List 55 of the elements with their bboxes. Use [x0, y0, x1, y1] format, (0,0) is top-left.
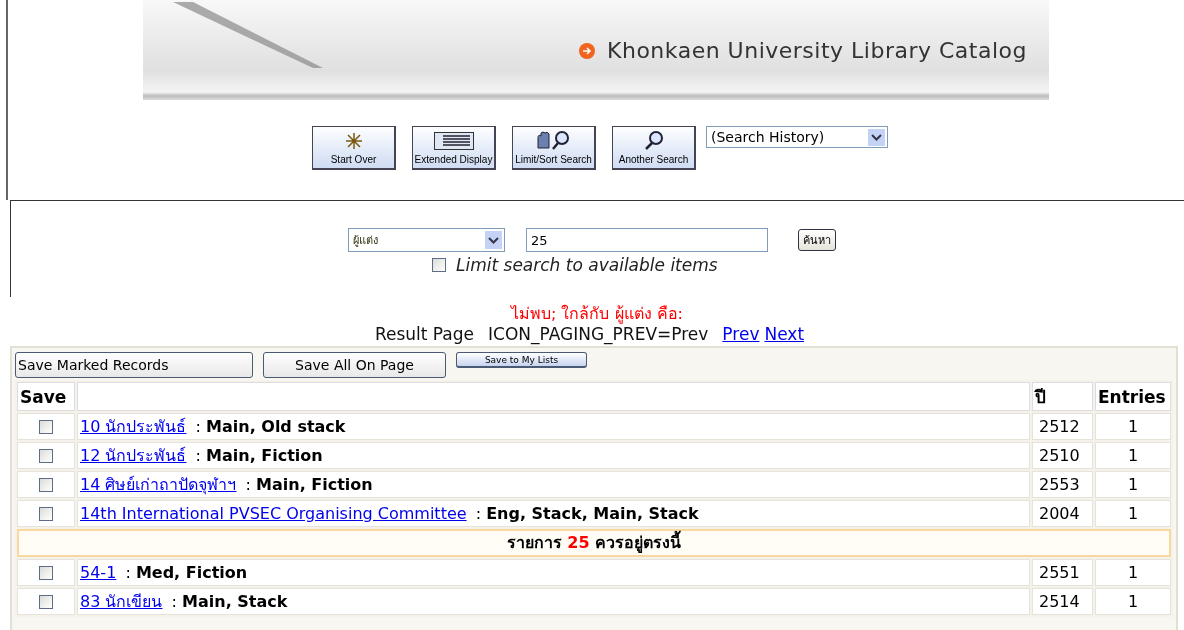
author-link[interactable]: 10 นักประพันธ์: [80, 416, 187, 436]
table-cell: 2512: [1032, 413, 1093, 440]
location-text: : Main, Old stack: [195, 416, 346, 436]
checkbox[interactable]: [39, 507, 53, 521]
save-button[interactable]: Save All On Page: [263, 352, 446, 378]
save-button[interactable]: Save to My Lists: [456, 352, 587, 368]
table-cell: 2553: [1032, 471, 1093, 498]
paging-link[interactable]: Prev: [722, 324, 760, 344]
table-cell: 2004: [1032, 500, 1093, 527]
table-cell: 1: [1095, 500, 1171, 527]
toolbar-button[interactable]: Another Search: [612, 126, 696, 170]
author-link[interactable]: 54-1: [80, 562, 117, 582]
save-button[interactable]: Save Marked Records: [15, 352, 253, 378]
search-input[interactable]: 25: [526, 228, 768, 252]
author-link[interactable]: 83 นักเขียน: [80, 591, 163, 611]
table-cell: 1: [1095, 588, 1171, 615]
location-text: : Main, Stack: [171, 591, 288, 611]
location-text: : Main, Fiction: [245, 474, 373, 494]
toolbar-button[interactable]: Start Over: [312, 126, 396, 170]
location-text: : Med, Fiction: [125, 562, 248, 582]
catalog-title: Khonkaen University Library Catalog: [607, 38, 1027, 63]
author-link[interactable]: 14th International PVSEC Organising Committee: [80, 503, 467, 523]
toolbar-button[interactable]: Limit/Sort Search: [512, 126, 596, 170]
table-cell: 1: [1095, 442, 1171, 469]
table-cell: 2514: [1032, 588, 1093, 615]
checkbox[interactable]: [39, 478, 53, 492]
search-history-dropdown[interactable]: (Search History): [706, 126, 888, 148]
position-marker: รายการ 25 ควรอยู่ตรงนี้: [17, 529, 1171, 557]
column-header: Entries: [1095, 382, 1171, 411]
checkbox[interactable]: [39, 420, 53, 434]
checkbox[interactable]: [432, 258, 446, 272]
checkbox[interactable]: [39, 449, 53, 463]
author-link[interactable]: 14 ศิษย์เก่าถาปัดจุฬาฯ: [80, 474, 237, 494]
column-header: ปี: [1032, 382, 1093, 411]
result-page-label: Result Page: [374, 324, 475, 344]
table-cell: 2551: [1032, 559, 1093, 586]
paging-link[interactable]: Next: [764, 324, 805, 344]
table-cell: 1: [1095, 559, 1171, 586]
list-icon: [433, 132, 474, 150]
location-text: : Eng, Stack, Main, Stack: [475, 503, 699, 523]
location-text: : Main, Fiction: [195, 445, 323, 465]
limit-label: Limit search to available items: [456, 255, 718, 275]
search-field-dropdown[interactable]: ผู้แต่ง: [348, 228, 505, 252]
author-link[interactable]: 12 นักประพันธ์: [80, 445, 187, 465]
paging-text: ICON_PAGING_PREV=Prev: [488, 324, 709, 344]
checkbox[interactable]: [39, 566, 53, 580]
table-cell: 1: [1095, 413, 1171, 440]
table-cell: 1: [1095, 471, 1171, 498]
column-header: Save: [17, 382, 75, 411]
table-cell: 2510: [1032, 442, 1093, 469]
notice-text: ไม่พบ; ใกล้กับ ผู้แต่ง คือ:: [509, 304, 684, 324]
checkbox[interactable]: [39, 595, 53, 609]
sparkle-icon: [344, 132, 363, 150]
search-button[interactable]: ค้นหา: [798, 229, 836, 251]
toolbar-button[interactable]: Extended Display: [412, 126, 496, 170]
